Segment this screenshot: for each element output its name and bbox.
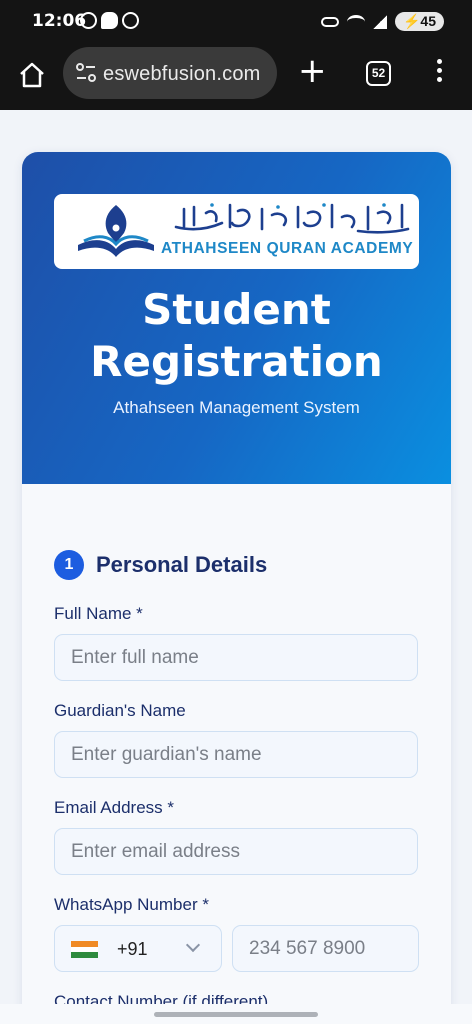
gesture-navigation-handle[interactable] bbox=[154, 1012, 318, 1017]
country-code-select[interactable]: +91 bbox=[54, 925, 222, 972]
site-settings-icon[interactable] bbox=[75, 62, 97, 84]
clock: 12:06 bbox=[32, 11, 87, 31]
status-bar: 12:06 ⚡45 bbox=[0, 0, 472, 44]
whatsapp-label: WhatsApp Number * bbox=[54, 895, 209, 914]
wifi-icon bbox=[346, 14, 365, 29]
card-header: ATHAHSEEN QURAN ACADEMY Student Registra… bbox=[22, 152, 451, 484]
tab-switcher-button[interactable]: 52 bbox=[366, 61, 391, 86]
whatsapp-number-input[interactable] bbox=[232, 925, 419, 972]
url-text[interactable]: eswebfusion.com bbox=[103, 63, 273, 86]
notification-icons bbox=[80, 12, 139, 29]
page-subtitle: Athahseen Management System bbox=[113, 398, 360, 417]
more-menu-icon[interactable] bbox=[434, 59, 444, 89]
arabic-calligraphy-logo bbox=[174, 203, 410, 234]
logo-text: ATHAHSEEN QURAN ACADEMY bbox=[161, 240, 414, 257]
whatsapp-icon bbox=[122, 12, 139, 29]
battery-indicator: ⚡45 bbox=[394, 12, 444, 31]
guardian-name-label: Guardian's Name bbox=[54, 701, 186, 720]
step-number-badge: 1 bbox=[54, 550, 84, 580]
email-label: Email Address * bbox=[54, 798, 174, 817]
registration-card: ATHAHSEEN QURAN ACADEMY Student Registra… bbox=[22, 152, 451, 1024]
chat-icon bbox=[101, 12, 118, 29]
whatsapp-icon bbox=[80, 12, 97, 29]
battery-level: 45 bbox=[420, 13, 436, 29]
new-tab-button[interactable]: + bbox=[298, 54, 327, 88]
country-code-value: +91 bbox=[117, 939, 148, 959]
full-name-label: Full Name * bbox=[54, 604, 143, 623]
india-flag-icon bbox=[71, 941, 98, 958]
chevron-down-icon bbox=[185, 937, 201, 953]
section-title: Personal Details bbox=[96, 552, 268, 577]
guardian-name-input[interactable] bbox=[54, 731, 418, 778]
home-icon[interactable] bbox=[18, 61, 46, 89]
quran-book-emblem-icon bbox=[78, 205, 154, 257]
section-personal-details: 1 Personal Details bbox=[54, 550, 267, 580]
email-input[interactable] bbox=[54, 828, 418, 875]
signal-icon bbox=[372, 14, 387, 29]
browser-toolbar: eswebfusion.com + 52 bbox=[0, 44, 472, 110]
full-name-input[interactable] bbox=[54, 634, 418, 681]
academy-logo: ATHAHSEEN QURAN ACADEMY bbox=[54, 194, 419, 269]
vpn-key-icon bbox=[320, 16, 339, 27]
page-title: Student Registration bbox=[90, 285, 383, 386]
address-bar[interactable]: eswebfusion.com bbox=[63, 47, 277, 99]
